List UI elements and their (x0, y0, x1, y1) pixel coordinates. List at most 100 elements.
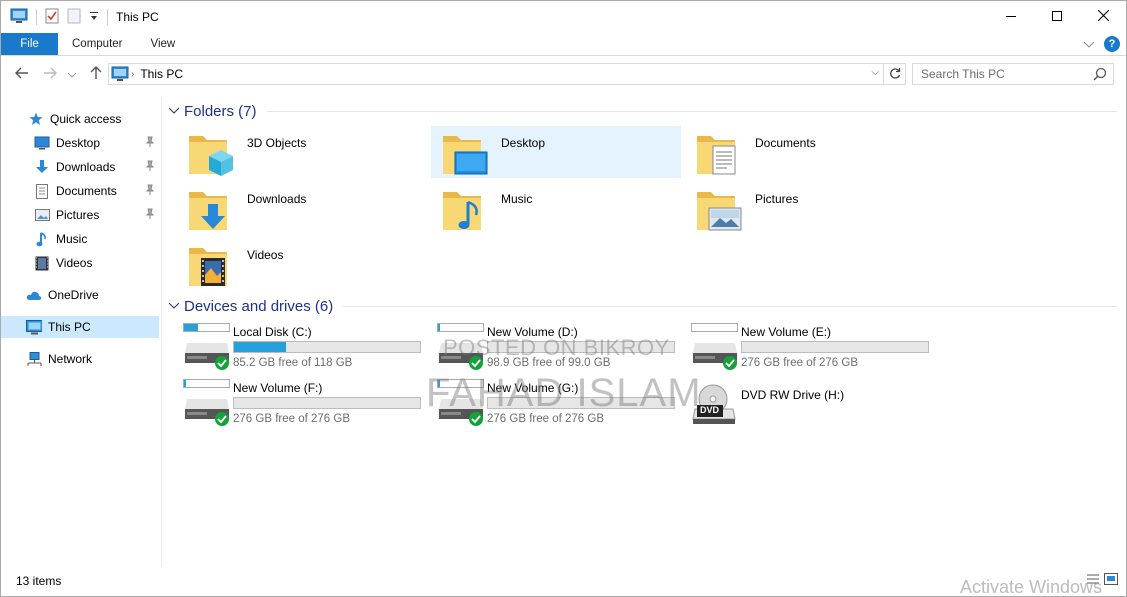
sidebar-item-pictures[interactable]: Pictures (1, 204, 159, 226)
hard-drive-icon (183, 323, 231, 371)
refresh-icon (889, 67, 901, 82)
hard-drive-icon (691, 323, 739, 371)
drive-e[interactable]: New Volume (E:) 276 GB free of 276 GB (681, 323, 931, 375)
documents-folder-icon (695, 130, 743, 178)
drive-usage-bar (487, 397, 675, 409)
minimize-button[interactable] (988, 1, 1034, 33)
window-controls (988, 1, 1126, 33)
music-folder-icon (441, 186, 489, 234)
drive-usage-bar (233, 397, 421, 409)
maximize-button[interactable] (1034, 1, 1080, 33)
folder-desktop[interactable]: Desktop (431, 126, 681, 178)
videos-folder-icon (187, 242, 235, 290)
drives-group-header[interactable]: Devices and drives (6) (168, 295, 1117, 317)
up-button[interactable] (87, 65, 105, 83)
sidebar-item-music[interactable]: Music (1, 228, 159, 250)
hard-drive-icon (437, 323, 485, 371)
sidebar-item-quick-access[interactable]: Quick access (1, 108, 159, 130)
drive-f[interactable]: New Volume (F:) 276 GB free of 276 GB (173, 379, 423, 431)
up-arrow-icon (90, 65, 102, 83)
forward-button[interactable] (41, 65, 59, 83)
dvd-drive-icon (691, 379, 739, 427)
close-button[interactable] (1080, 1, 1126, 33)
collapse-chevron-icon[interactable] (168, 301, 183, 312)
item-count: 13 items (16, 574, 62, 588)
window-title: This PC (116, 10, 159, 24)
drive-c[interactable]: Local Disk (C:) 85.2 GB free of 118 GB (173, 323, 423, 375)
ribbon-right-controls: ? (1083, 36, 1120, 52)
folder-videos[interactable]: Videos (177, 238, 427, 290)
file-explorer-window: This PC File Computer View ? › This PC ⌵… (0, 0, 1127, 597)
sidebar-item-downloads[interactable]: Downloads (1, 156, 159, 178)
collapse-chevron-icon[interactable] (168, 106, 183, 117)
pane-divider[interactable] (161, 97, 162, 567)
pictures-icon (34, 207, 50, 223)
hard-drive-icon (183, 379, 231, 427)
address-row: › This PC ⌵ Search This PC (1, 59, 1126, 89)
desktop-folder-icon (441, 130, 489, 178)
search-icon[interactable] (1093, 67, 1107, 84)
computer-icon[interactable] (10, 8, 28, 27)
address-dropdown-icon[interactable]: ⌵ (871, 67, 879, 78)
recent-locations-button[interactable] (63, 65, 81, 83)
downloads-folder-icon (187, 186, 235, 234)
drive-usage-fill (234, 342, 287, 352)
breadcrumb-separator-icon[interactable]: › (131, 69, 134, 80)
folder-downloads[interactable]: Downloads (177, 182, 427, 234)
hard-drive-icon (437, 379, 485, 427)
group-divider (343, 305, 1117, 307)
drive-d[interactable]: New Volume (D:) 98.9 GB free of 99.0 GB (427, 323, 677, 375)
new-folder-icon[interactable] (67, 8, 81, 27)
drive-g[interactable]: New Volume (G:) 276 GB free of 276 GB (427, 379, 677, 431)
activate-windows-watermark: Activate Windows (959, 577, 1102, 597)
pin-icon[interactable] (145, 208, 155, 223)
pin-icon[interactable] (145, 136, 155, 151)
back-button[interactable] (13, 65, 31, 83)
toolbar-divider (36, 9, 37, 25)
properties-icon[interactable] (45, 8, 59, 27)
content-pane: Folders (7) 3D Objects Desktop Documents (163, 97, 1123, 567)
tab-file[interactable]: File (1, 33, 58, 55)
title-bar: This PC (1, 1, 1126, 33)
expand-ribbon-chevron-icon[interactable] (1083, 37, 1095, 51)
sidebar-item-videos[interactable]: Videos (1, 252, 159, 274)
folder-music[interactable]: Music (431, 182, 681, 234)
breadcrumb-this-pc[interactable]: This PC (140, 67, 183, 81)
pictures-folder-icon (695, 186, 743, 234)
group-divider (266, 110, 1117, 112)
folders-group-header[interactable]: Folders (7) (168, 100, 1117, 122)
back-arrow-icon (15, 67, 29, 82)
status-bar: 13 items Activate Windows (1, 566, 1126, 597)
tab-view[interactable]: View (137, 33, 190, 55)
sidebar-item-network[interactable]: Network (1, 348, 159, 370)
cube-folder-icon (187, 130, 235, 178)
drive-usage-bar (487, 341, 675, 353)
download-arrow-icon (34, 159, 50, 175)
folder-pictures[interactable]: Pictures (685, 182, 935, 234)
folder-documents[interactable]: Documents (685, 126, 935, 178)
dvd-disc-label: DVD (700, 405, 720, 415)
sidebar-item-this-pc[interactable]: This PC (1, 316, 159, 338)
tab-computer[interactable]: Computer (58, 33, 137, 55)
quick-access-toolbar (1, 8, 108, 27)
help-icon[interactable]: ? (1104, 36, 1120, 52)
address-bar[interactable]: › This PC ⌵ (108, 63, 906, 85)
large-icons-view-icon[interactable] (1104, 573, 1118, 588)
desktop-icon (34, 135, 50, 151)
search-input[interactable]: Search This PC (912, 63, 1114, 85)
folder-3d-objects[interactable]: 3D Objects (177, 126, 427, 178)
pin-icon[interactable] (145, 160, 155, 175)
computer-icon (26, 319, 42, 335)
search-placeholder: Search This PC (921, 67, 1005, 81)
drive-usage-bar (233, 341, 421, 353)
star-icon (28, 111, 44, 127)
sidebar-item-onedrive[interactable]: OneDrive (1, 284, 159, 306)
pin-icon[interactable] (145, 184, 155, 199)
drive-h[interactable]: DVD DVD RW Drive (H:) (681, 379, 931, 431)
cloud-icon (26, 287, 42, 303)
sidebar-item-documents[interactable]: Documents (1, 180, 159, 202)
chevron-down-icon (67, 67, 77, 81)
customize-dropdown-icon[interactable] (89, 10, 99, 25)
refresh-button[interactable] (883, 64, 905, 84)
sidebar-item-desktop[interactable]: Desktop (1, 132, 159, 154)
